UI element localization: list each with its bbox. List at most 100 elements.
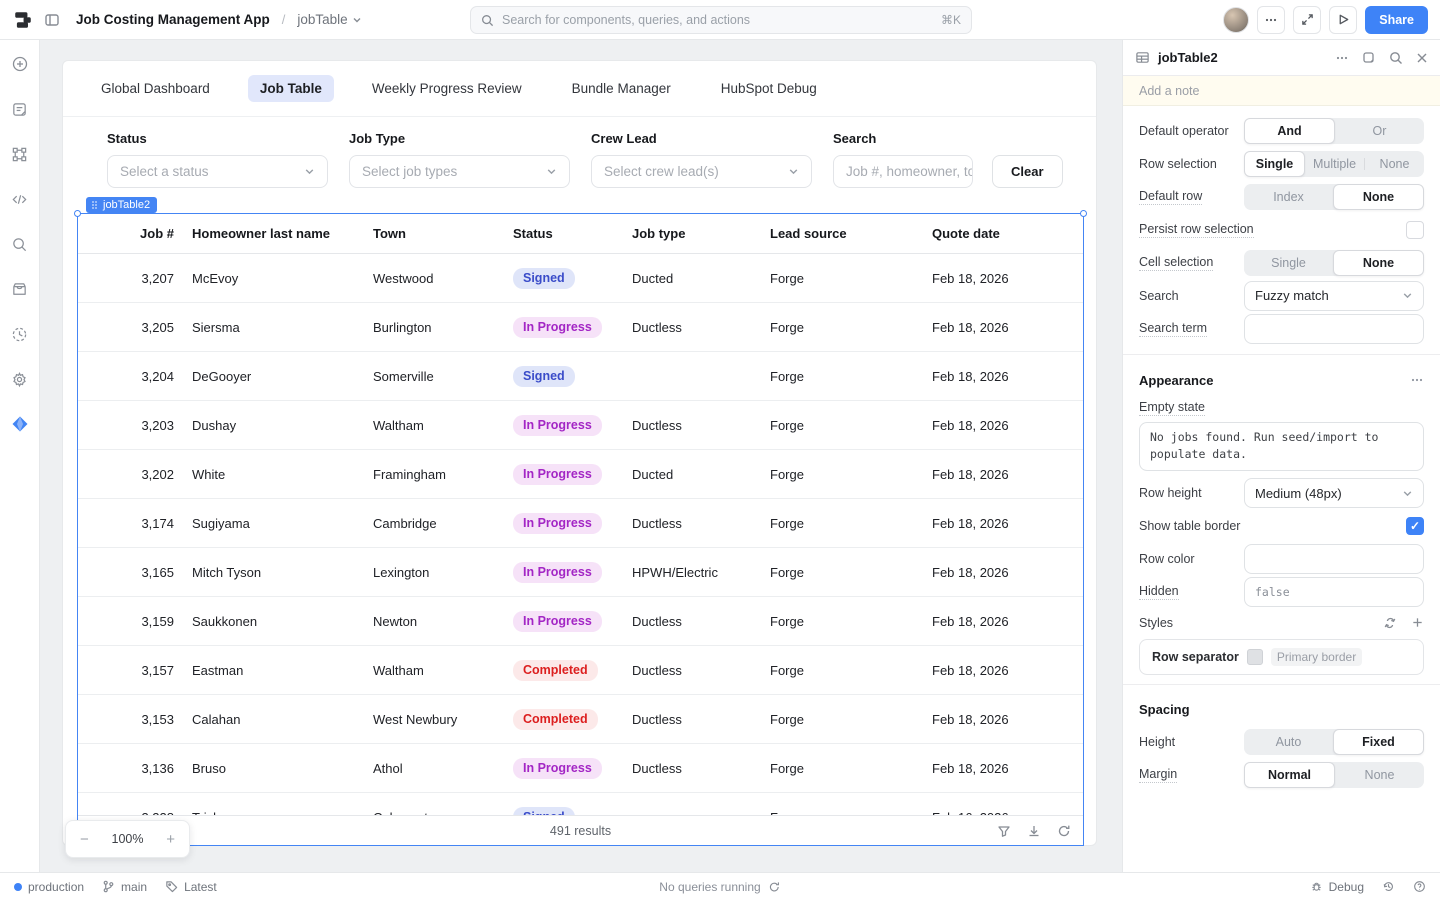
inspector-menu-icon[interactable]: [1335, 51, 1349, 65]
version-history-icon[interactable]: [1382, 880, 1395, 893]
tab-weekly-progress-review[interactable]: Weekly Progress Review: [360, 75, 534, 102]
segment-single[interactable]: Single: [1244, 250, 1333, 276]
components-icon[interactable]: [8, 142, 32, 166]
hidden-input[interactable]: false: [1244, 577, 1424, 607]
preview-button[interactable]: [1329, 6, 1357, 34]
inspector-search-icon[interactable]: [1389, 51, 1403, 65]
cell-job-type: Ducted: [614, 271, 752, 286]
breadcrumb-page[interactable]: jobTable: [297, 12, 361, 27]
release-selector[interactable]: Latest: [165, 880, 217, 894]
column-header-homeowner-last-name[interactable]: Homeowner last name: [174, 226, 355, 241]
environment-selector[interactable]: production: [14, 880, 84, 894]
table-row[interactable]: 3,207McEvoyWestwoodSignedDuctedForgeFeb …: [78, 254, 1083, 303]
panel-toggle-icon[interactable]: [44, 12, 60, 28]
global-search[interactable]: ⌘K: [470, 6, 972, 34]
history-icon[interactable]: [8, 322, 32, 346]
add-note-field[interactable]: Add a note: [1123, 76, 1440, 106]
debug-button[interactable]: Debug: [1310, 880, 1364, 894]
queries-refresh-icon[interactable]: [769, 881, 781, 893]
table-row[interactable]: 3,159SaukkonenNewtonIn ProgressDuctlessF…: [78, 597, 1083, 646]
duplicate-icon[interactable]: [1362, 51, 1376, 65]
search-term-input[interactable]: [1244, 314, 1424, 344]
persist-row-selection-checkbox[interactable]: [1406, 221, 1424, 239]
segment-fixed[interactable]: Fixed: [1333, 729, 1424, 755]
pages-icon[interactable]: [8, 97, 32, 121]
table-row[interactable]: 3,205SiersmaBurlingtonIn ProgressDuctles…: [78, 303, 1083, 352]
segment-and[interactable]: And: [1244, 118, 1335, 144]
segment-single[interactable]: Single: [1244, 151, 1305, 177]
table-row[interactable]: 3,228TrislerCohassetSignedForgeFeb 16, 2…: [78, 793, 1083, 817]
row-height-select[interactable]: Medium (48px): [1244, 478, 1424, 508]
resources-icon[interactable]: [8, 277, 32, 301]
more-options-button[interactable]: [1257, 6, 1285, 34]
setting-label-hidden: Hidden: [1139, 584, 1179, 600]
tab-job-table[interactable]: Job Table: [248, 75, 334, 102]
job-type-select[interactable]: Select job types: [349, 155, 570, 188]
share-button[interactable]: Share: [1365, 6, 1428, 34]
table-row[interactable]: 3,204DeGooyerSomervilleSignedForgeFeb 18…: [78, 352, 1083, 401]
global-search-input[interactable]: [502, 13, 933, 27]
column-header-lead-source[interactable]: Lead source: [752, 226, 914, 241]
column-header-status[interactable]: Status: [495, 226, 614, 241]
refresh-icon[interactable]: [1057, 824, 1071, 838]
segment-none[interactable]: None: [1335, 762, 1424, 788]
segment-or[interactable]: Or: [1335, 118, 1424, 144]
section-menu-icon[interactable]: [1410, 373, 1424, 387]
code-icon[interactable]: [8, 187, 32, 211]
column-header-town[interactable]: Town: [355, 226, 495, 241]
row-color-input[interactable]: [1244, 544, 1424, 574]
fullscreen-button[interactable]: [1293, 6, 1321, 34]
add-icon[interactable]: [8, 52, 32, 76]
settings-icon[interactable]: [8, 367, 32, 391]
zoom-out-button[interactable]: −: [80, 831, 89, 848]
search-icon[interactable]: [8, 232, 32, 256]
table-row[interactable]: 3,174SugiyamaCambridgeIn ProgressDuctles…: [78, 499, 1083, 548]
column-header-quote-date[interactable]: Quote date: [914, 226, 1085, 241]
show-table-border-checkbox[interactable]: ✓: [1406, 517, 1424, 535]
tab-hubspot-debug[interactable]: HubSpot Debug: [709, 75, 829, 102]
filter-icon[interactable]: [997, 824, 1011, 838]
status-select[interactable]: Select a status: [107, 155, 328, 188]
setting-row-empty-state: Empty state: [1139, 396, 1424, 420]
branch-selector[interactable]: main: [102, 880, 147, 894]
reset-styles-icon[interactable]: [1383, 616, 1397, 630]
segment-normal[interactable]: Normal: [1244, 762, 1335, 788]
segment-auto[interactable]: Auto: [1244, 729, 1333, 755]
table-row[interactable]: 3,202WhiteFraminghamIn ProgressDuctedFor…: [78, 450, 1083, 499]
cell-quote-date: Feb 18, 2026: [914, 418, 1083, 433]
crew-lead-select[interactable]: Select crew lead(s): [591, 155, 812, 188]
empty-state-textarea[interactable]: No jobs found. Run seed/import to popula…: [1139, 422, 1424, 471]
add-style-icon[interactable]: [1411, 616, 1424, 629]
download-icon[interactable]: [1027, 824, 1041, 838]
column-header-job-type[interactable]: Job type: [614, 226, 752, 241]
selection-handle[interactable]: [1080, 210, 1087, 217]
zoom-in-button[interactable]: +: [166, 831, 175, 848]
ai-assistant-icon[interactable]: [8, 412, 32, 436]
tab-global-dashboard[interactable]: Global Dashboard: [89, 75, 222, 102]
cell-quote-date: Feb 18, 2026: [914, 516, 1083, 531]
help-icon[interactable]: [1413, 880, 1426, 893]
segment-none[interactable]: None: [1333, 250, 1424, 276]
table-row[interactable]: 3,153CalahanWest NewburyCompletedDuctles…: [78, 695, 1083, 744]
search-select[interactable]: Fuzzy match: [1244, 281, 1424, 311]
clear-filters-button[interactable]: Clear: [992, 155, 1063, 188]
table-row[interactable]: 3,165Mitch TysonLexingtonIn ProgressHPWH…: [78, 548, 1083, 597]
table-row[interactable]: 3,203DushayWalthamIn ProgressDuctlessFor…: [78, 401, 1083, 450]
close-icon[interactable]: [1416, 52, 1428, 64]
job-table-component[interactable]: jobTable2 Job #Homeowner last nameTownSt…: [77, 213, 1084, 846]
color-swatch[interactable]: [1247, 649, 1263, 665]
segment-multiple[interactable]: Multiple: [1305, 151, 1364, 177]
segment-none[interactable]: None: [1333, 184, 1424, 210]
table-row[interactable]: 3,157EastmanWalthamCompletedDuctlessForg…: [78, 646, 1083, 695]
cell-town: Lexington: [355, 565, 495, 580]
column-header-job[interactable]: Job #: [78, 226, 174, 241]
segment-index[interactable]: Index: [1244, 184, 1333, 210]
segment-none[interactable]: None: [1365, 151, 1424, 177]
table-row[interactable]: 3,136BrusoAtholIn ProgressDuctlessForgeF…: [78, 744, 1083, 793]
tab-bundle-manager[interactable]: Bundle Manager: [560, 75, 683, 102]
cell-quote-date: Feb 18, 2026: [914, 320, 1083, 335]
search-input[interactable]: Job #, homeowner, town: [833, 155, 973, 188]
avatar[interactable]: [1223, 7, 1249, 33]
component-selection-tag[interactable]: jobTable2: [86, 197, 157, 213]
selection-handle[interactable]: [74, 210, 81, 217]
